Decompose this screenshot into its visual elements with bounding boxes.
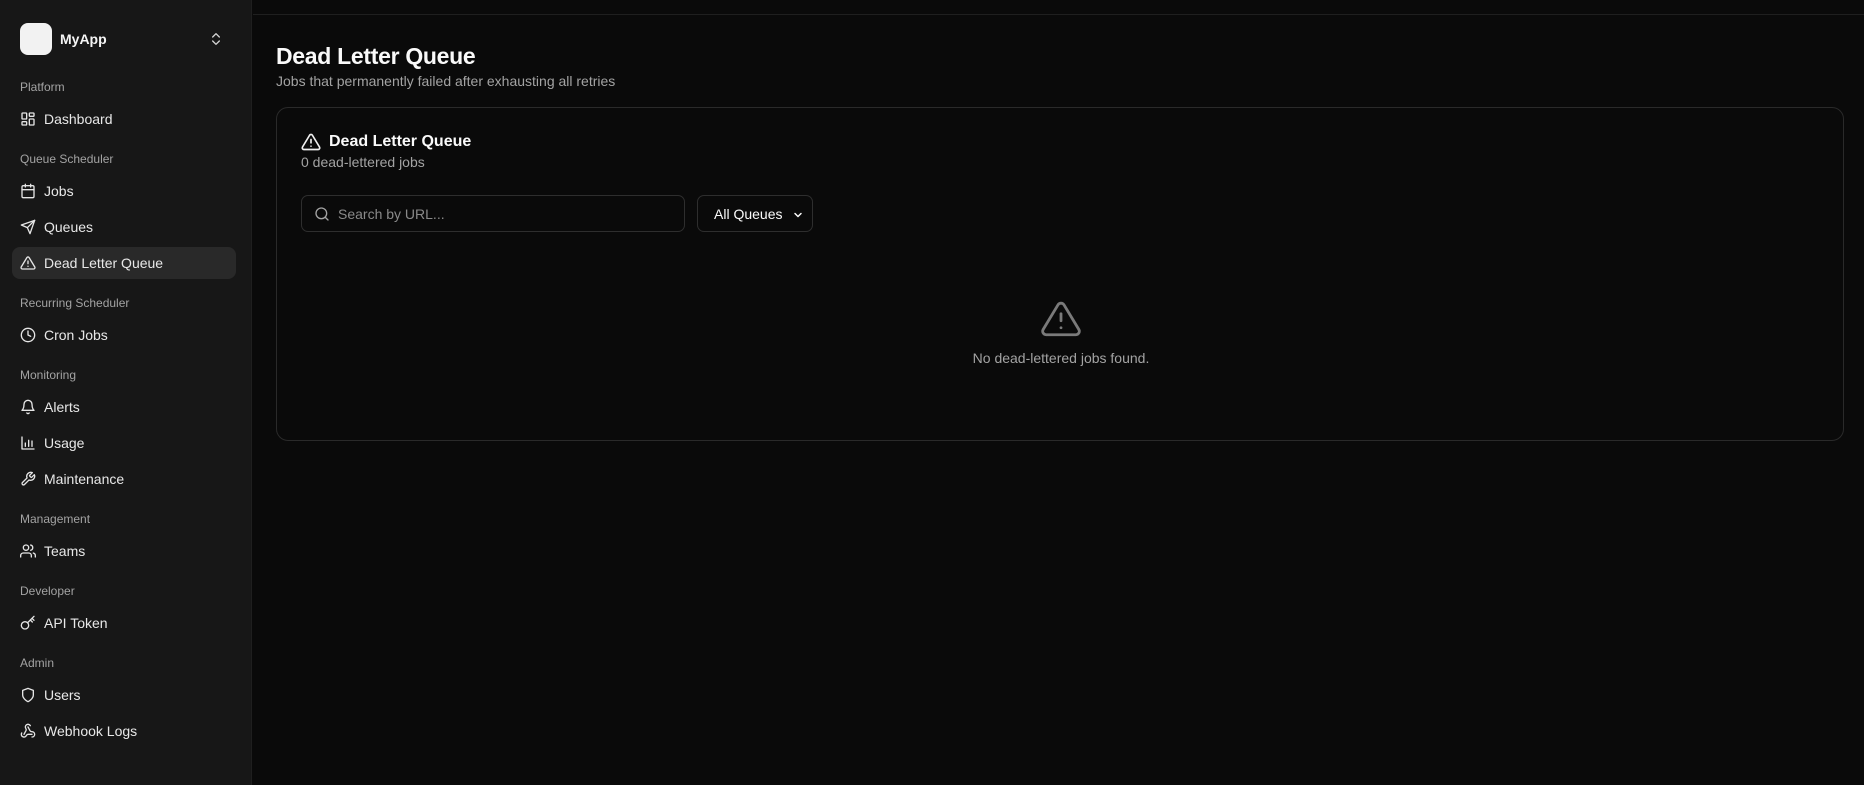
- page-title: Dead Letter Queue: [276, 43, 476, 69]
- key-icon: [20, 615, 35, 630]
- app-logo: [20, 23, 52, 55]
- bar-chart-icon: [21, 436, 35, 450]
- search-box[interactable]: [301, 195, 685, 232]
- sidebar-item-label: Users: [44, 687, 81, 703]
- sidebar: MyApp Platform Dashboard Queue Scheduler…: [0, 0, 252, 785]
- header-divider: [253, 14, 1864, 15]
- dead-letter-card: Dead Letter Queue 0 dead-lettered jobs A…: [276, 107, 1844, 441]
- sidebar-item-label: API Token: [44, 615, 108, 631]
- sidebar-item-label: Teams: [44, 543, 86, 559]
- sidebar-item-dashboard[interactable]: Dashboard: [12, 103, 236, 135]
- sidebar-item-label: Dashboard: [44, 111, 113, 127]
- sidebar-item-alerts[interactable]: Alerts: [12, 391, 236, 423]
- alert-triangle-icon: [301, 133, 321, 151]
- app-name: MyApp: [60, 31, 107, 47]
- bell-icon: [21, 399, 35, 415]
- sidebar-item-label: Usage: [44, 435, 85, 451]
- chevron-down-icon: [794, 212, 802, 218]
- card-header: Dead Letter Queue: [301, 132, 471, 152]
- sidebar-item-dead-letter-queue[interactable]: Dead Letter Queue: [12, 247, 236, 279]
- calendar-icon: [21, 183, 35, 199]
- sidebar-item-label: Maintenance: [44, 471, 125, 487]
- group-label-developer: Developer: [20, 584, 75, 598]
- sidebar-item-teams[interactable]: Teams: [12, 535, 236, 567]
- shield-icon: [22, 687, 34, 703]
- group-label-platform: Platform: [20, 80, 65, 94]
- card-title: Dead Letter Queue: [329, 133, 472, 150]
- sidebar-item-label: Jobs: [44, 183, 74, 199]
- sidebar-item-label: Webhook Logs: [44, 723, 138, 739]
- group-label-queue-scheduler: Queue Scheduler: [20, 152, 114, 166]
- page-subtitle: Jobs that permanently failed after exhau…: [276, 73, 616, 89]
- users-icon: [20, 544, 36, 558]
- group-label-monitoring: Monitoring: [20, 368, 77, 382]
- search-input[interactable]: [302, 196, 684, 231]
- sidebar-item-label: Queues: [44, 219, 94, 235]
- search-icon: [315, 207, 329, 221]
- alert-triangle-icon: [20, 256, 36, 270]
- sidebar-item-label: Alerts: [44, 399, 80, 415]
- sidebar-item-queues[interactable]: Queues: [12, 211, 236, 243]
- webhook-icon: [20, 723, 36, 738]
- queue-filter-select[interactable]: All Queues: [697, 195, 813, 232]
- sidebar-item-label: Dead Letter Queue: [44, 255, 164, 271]
- queue-filter-value: All Queues: [714, 205, 783, 222]
- dashboard-grid-icon: [21, 112, 35, 126]
- group-label-admin: Admin: [20, 656, 55, 670]
- job-count: 0 dead-lettered jobs: [301, 154, 425, 170]
- chevrons-up-down-icon: [212, 33, 220, 45]
- sidebar-item-api-token[interactable]: API Token: [12, 607, 236, 639]
- app-switcher[interactable]: MyApp: [20, 23, 232, 55]
- sidebar-item-webhook-logs[interactable]: Webhook Logs: [12, 715, 236, 747]
- sidebar-item-label: Cron Jobs: [44, 327, 108, 343]
- group-label-recurring-scheduler: Recurring Scheduler: [20, 296, 130, 310]
- sidebar-item-users[interactable]: Users: [12, 679, 236, 711]
- clock-icon: [20, 327, 36, 343]
- send-icon: [20, 219, 36, 235]
- empty-state-warning-icon: [1041, 301, 1081, 337]
- sidebar-item-maintenance[interactable]: Maintenance: [12, 463, 236, 495]
- group-label-management: Management: [20, 512, 91, 526]
- empty-state-message: No dead-lettered jobs found.: [972, 350, 1150, 366]
- wrench-icon: [21, 471, 36, 486]
- sidebar-item-jobs[interactable]: Jobs: [12, 175, 236, 207]
- sidebar-item-cron-jobs[interactable]: Cron Jobs: [12, 319, 236, 351]
- sidebar-item-usage[interactable]: Usage: [12, 427, 236, 459]
